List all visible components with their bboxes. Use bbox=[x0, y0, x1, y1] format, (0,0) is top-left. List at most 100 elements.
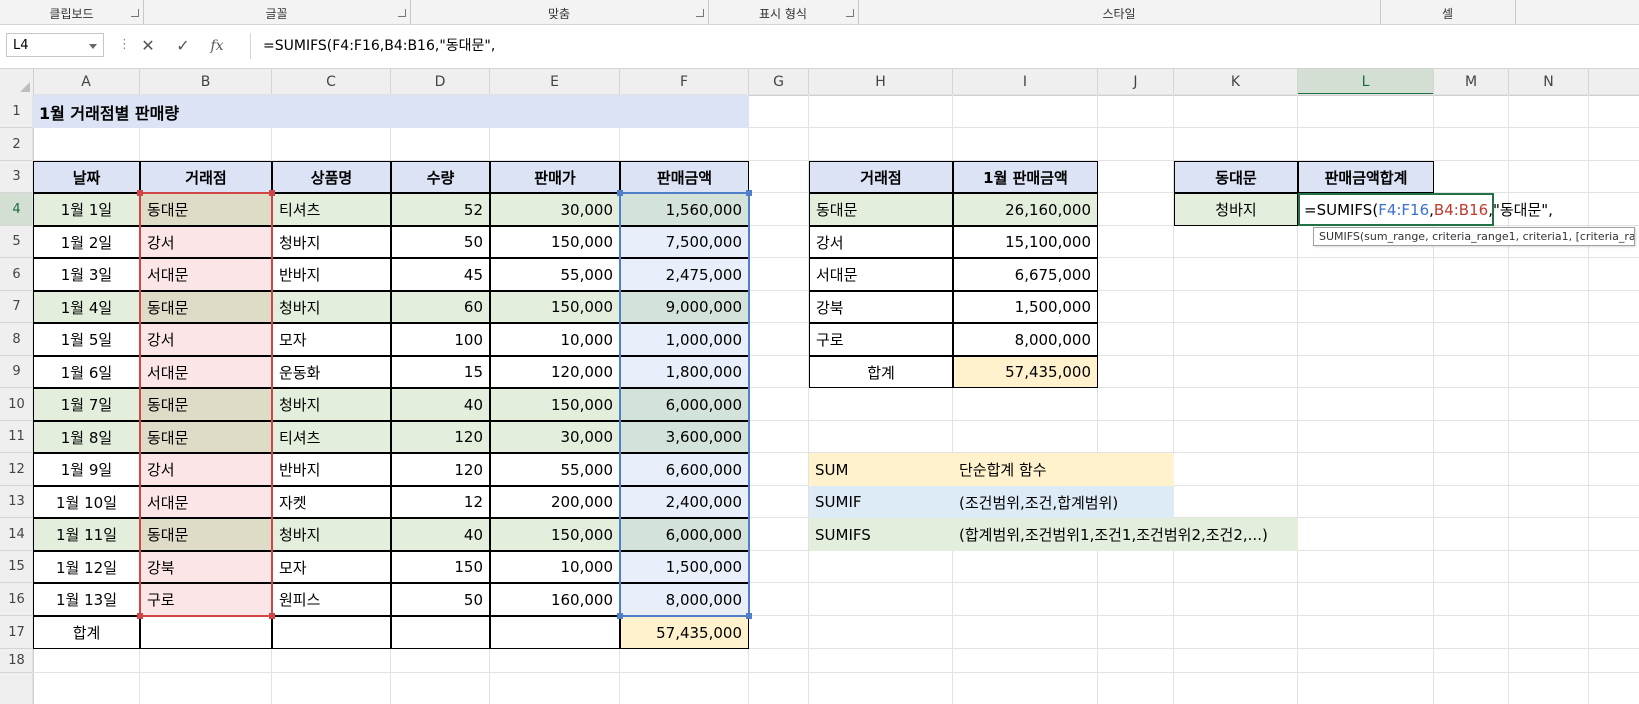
main-table-cell[interactable]: 청바지 bbox=[272, 291, 391, 323]
main-table-cell[interactable]: 10,000 bbox=[490, 551, 620, 583]
main-table-cell[interactable]: 서대문 bbox=[140, 486, 272, 518]
main-table-cell[interactable]: 1월 7일 bbox=[33, 388, 140, 421]
main-table-cell[interactable]: 동대문 bbox=[140, 193, 272, 226]
main-table-cell[interactable]: 120 bbox=[391, 453, 490, 486]
column-header-l[interactable]: L bbox=[1298, 69, 1434, 95]
main-table-cell[interactable]: 6,000,000 bbox=[620, 518, 749, 551]
summary-table-total-label[interactable]: 합계 bbox=[809, 356, 953, 388]
main-table-cell[interactable]: 동대문 bbox=[140, 291, 272, 323]
column-header-b[interactable]: B bbox=[140, 69, 272, 95]
main-table-cell[interactable]: 150,000 bbox=[490, 518, 620, 551]
row-header-14[interactable]: 14 bbox=[0, 518, 33, 551]
main-table-cell[interactable]: 강서 bbox=[140, 323, 272, 356]
summary-table-cell[interactable]: 동대문 bbox=[809, 193, 953, 226]
main-table-cell[interactable]: 청바지 bbox=[272, 388, 391, 421]
row-header-3[interactable]: 3 bbox=[0, 161, 33, 193]
main-table-cell[interactable]: 1월 1일 bbox=[33, 193, 140, 226]
main-table-cell[interactable]: 동대문 bbox=[140, 388, 272, 421]
main-table-cell[interactable]: 9,000,000 bbox=[620, 291, 749, 323]
summary-table-cell[interactable]: 강북 bbox=[809, 291, 953, 323]
row-header-10[interactable]: 10 bbox=[0, 388, 33, 421]
main-table-cell[interactable]: 50 bbox=[391, 583, 490, 616]
range-handle[interactable] bbox=[269, 613, 275, 619]
main-table-cell[interactable]: 6,000,000 bbox=[620, 388, 749, 421]
column-header-e[interactable]: E bbox=[490, 69, 620, 95]
main-table-cell[interactable]: 52 bbox=[391, 193, 490, 226]
main-table-cell[interactable]: 반바지 bbox=[272, 453, 391, 486]
range-handle[interactable] bbox=[617, 190, 623, 196]
main-table-total-label[interactable]: 합계 bbox=[33, 616, 140, 649]
column-header-n[interactable]: N bbox=[1509, 69, 1589, 95]
enter-icon[interactable]: ✓ bbox=[171, 34, 195, 58]
main-table-cell[interactable]: 운동화 bbox=[272, 356, 391, 388]
formula-input[interactable]: =SUMIFS(F4:F16,B4:B16,"동대문", bbox=[250, 33, 1639, 59]
row-header-16[interactable]: 16 bbox=[0, 583, 33, 616]
summary-table-cell[interactable]: 강서 bbox=[809, 226, 953, 258]
summary-table-cell[interactable]: 26,160,000 bbox=[953, 193, 1098, 226]
main-table-cell[interactable]: 150 bbox=[391, 551, 490, 583]
summary-table-total-value[interactable]: 57,435,000 bbox=[953, 356, 1098, 388]
main-table-cell[interactable]: 1월 9일 bbox=[33, 453, 140, 486]
main-table-cell[interactable]: 1월 10일 bbox=[33, 486, 140, 518]
main-table-header[interactable]: 거래점 bbox=[140, 161, 272, 193]
criteria-table-row-label[interactable]: 청바지 bbox=[1174, 193, 1298, 226]
row-header-9[interactable]: 9 bbox=[0, 356, 33, 388]
main-table-cell[interactable]: 2,475,000 bbox=[620, 258, 749, 291]
column-header-a[interactable]: A bbox=[33, 69, 140, 95]
row-header-15[interactable]: 15 bbox=[0, 551, 33, 583]
main-table-cell[interactable]: 55,000 bbox=[490, 453, 620, 486]
main-table-cell[interactable]: 1월 11일 bbox=[33, 518, 140, 551]
main-table-cell[interactable]: 1,560,000 bbox=[620, 193, 749, 226]
summary-table-cell[interactable]: 구로 bbox=[809, 323, 953, 356]
row-header-2[interactable]: 2 bbox=[0, 128, 33, 161]
insert-function-icon[interactable]: fx bbox=[205, 34, 229, 58]
main-table-cell[interactable]: 서대문 bbox=[140, 258, 272, 291]
column-header-d[interactable]: D bbox=[391, 69, 490, 95]
main-table-cell[interactable]: 150,000 bbox=[490, 226, 620, 258]
main-table-cell[interactable]: 160,000 bbox=[490, 583, 620, 616]
summary-table-header[interactable]: 거래점 bbox=[809, 161, 953, 193]
row-header-18[interactable]: 18 bbox=[0, 649, 33, 673]
main-table-total-value[interactable]: 57,435,000 bbox=[620, 616, 749, 649]
main-table-total-empty[interactable] bbox=[490, 616, 620, 649]
sheet-title[interactable]: 1월 거래점별 판매량 bbox=[33, 95, 749, 128]
main-table-cell[interactable]: 모자 bbox=[272, 323, 391, 356]
main-table-cell[interactable]: 7,500,000 bbox=[620, 226, 749, 258]
main-table-cell[interactable]: 동대문 bbox=[140, 518, 272, 551]
cell-grid[interactable]: 1월 거래점별 판매량 날짜 거래점 상품명 수량 판매가 판매금액 1월 1일 동대문 티셔츠 5… bbox=[32, 94, 1639, 704]
row-header-8[interactable]: 8 bbox=[0, 323, 33, 356]
column-header-i[interactable]: I bbox=[953, 69, 1098, 95]
main-table-cell[interactable]: 12 bbox=[391, 486, 490, 518]
main-table-cell[interactable]: 55,000 bbox=[490, 258, 620, 291]
main-table-cell[interactable]: 1월 3일 bbox=[33, 258, 140, 291]
main-table-cell[interactable]: 2,400,000 bbox=[620, 486, 749, 518]
main-table-cell[interactable]: 티셔츠 bbox=[272, 193, 391, 226]
main-table-cell[interactable]: 120 bbox=[391, 421, 490, 453]
summary-table-cell[interactable]: 8,000,000 bbox=[953, 323, 1098, 356]
main-table-cell[interactable]: 자켓 bbox=[272, 486, 391, 518]
summary-table-cell[interactable]: 15,100,000 bbox=[953, 226, 1098, 258]
main-table-cell[interactable]: 1월 6일 bbox=[33, 356, 140, 388]
column-header-g[interactable]: G bbox=[749, 69, 809, 95]
main-table-cell[interactable]: 1월 4일 bbox=[33, 291, 140, 323]
main-table-cell[interactable]: 모자 bbox=[272, 551, 391, 583]
column-header-m[interactable]: M bbox=[1434, 69, 1509, 95]
main-table-cell[interactable]: 강서 bbox=[140, 226, 272, 258]
main-table-total-empty[interactable] bbox=[272, 616, 391, 649]
summary-table-cell[interactable]: 1,500,000 bbox=[953, 291, 1098, 323]
row-header-13[interactable]: 13 bbox=[0, 486, 33, 518]
main-table-cell[interactable]: 1,000,000 bbox=[620, 323, 749, 356]
main-table-cell[interactable]: 1월 13일 bbox=[33, 583, 140, 616]
select-all-button[interactable] bbox=[0, 69, 34, 95]
dialog-launcher-icon[interactable] bbox=[131, 9, 139, 17]
main-table-header[interactable]: 판매가 bbox=[490, 161, 620, 193]
main-table-cell[interactable]: 120,000 bbox=[490, 356, 620, 388]
main-table-cell[interactable]: 청바지 bbox=[272, 226, 391, 258]
main-table-header[interactable]: 수량 bbox=[391, 161, 490, 193]
main-table-cell[interactable]: 150,000 bbox=[490, 291, 620, 323]
row-header-12[interactable]: 12 bbox=[0, 453, 33, 486]
row-header-4[interactable]: 4 bbox=[0, 193, 33, 226]
cancel-icon[interactable]: ✕ bbox=[136, 34, 160, 58]
range-handle[interactable] bbox=[617, 613, 623, 619]
active-cell-l4[interactable]: =SUMIFS(F4:F16, B4:B16 ,"동대문", bbox=[1298, 193, 1553, 226]
